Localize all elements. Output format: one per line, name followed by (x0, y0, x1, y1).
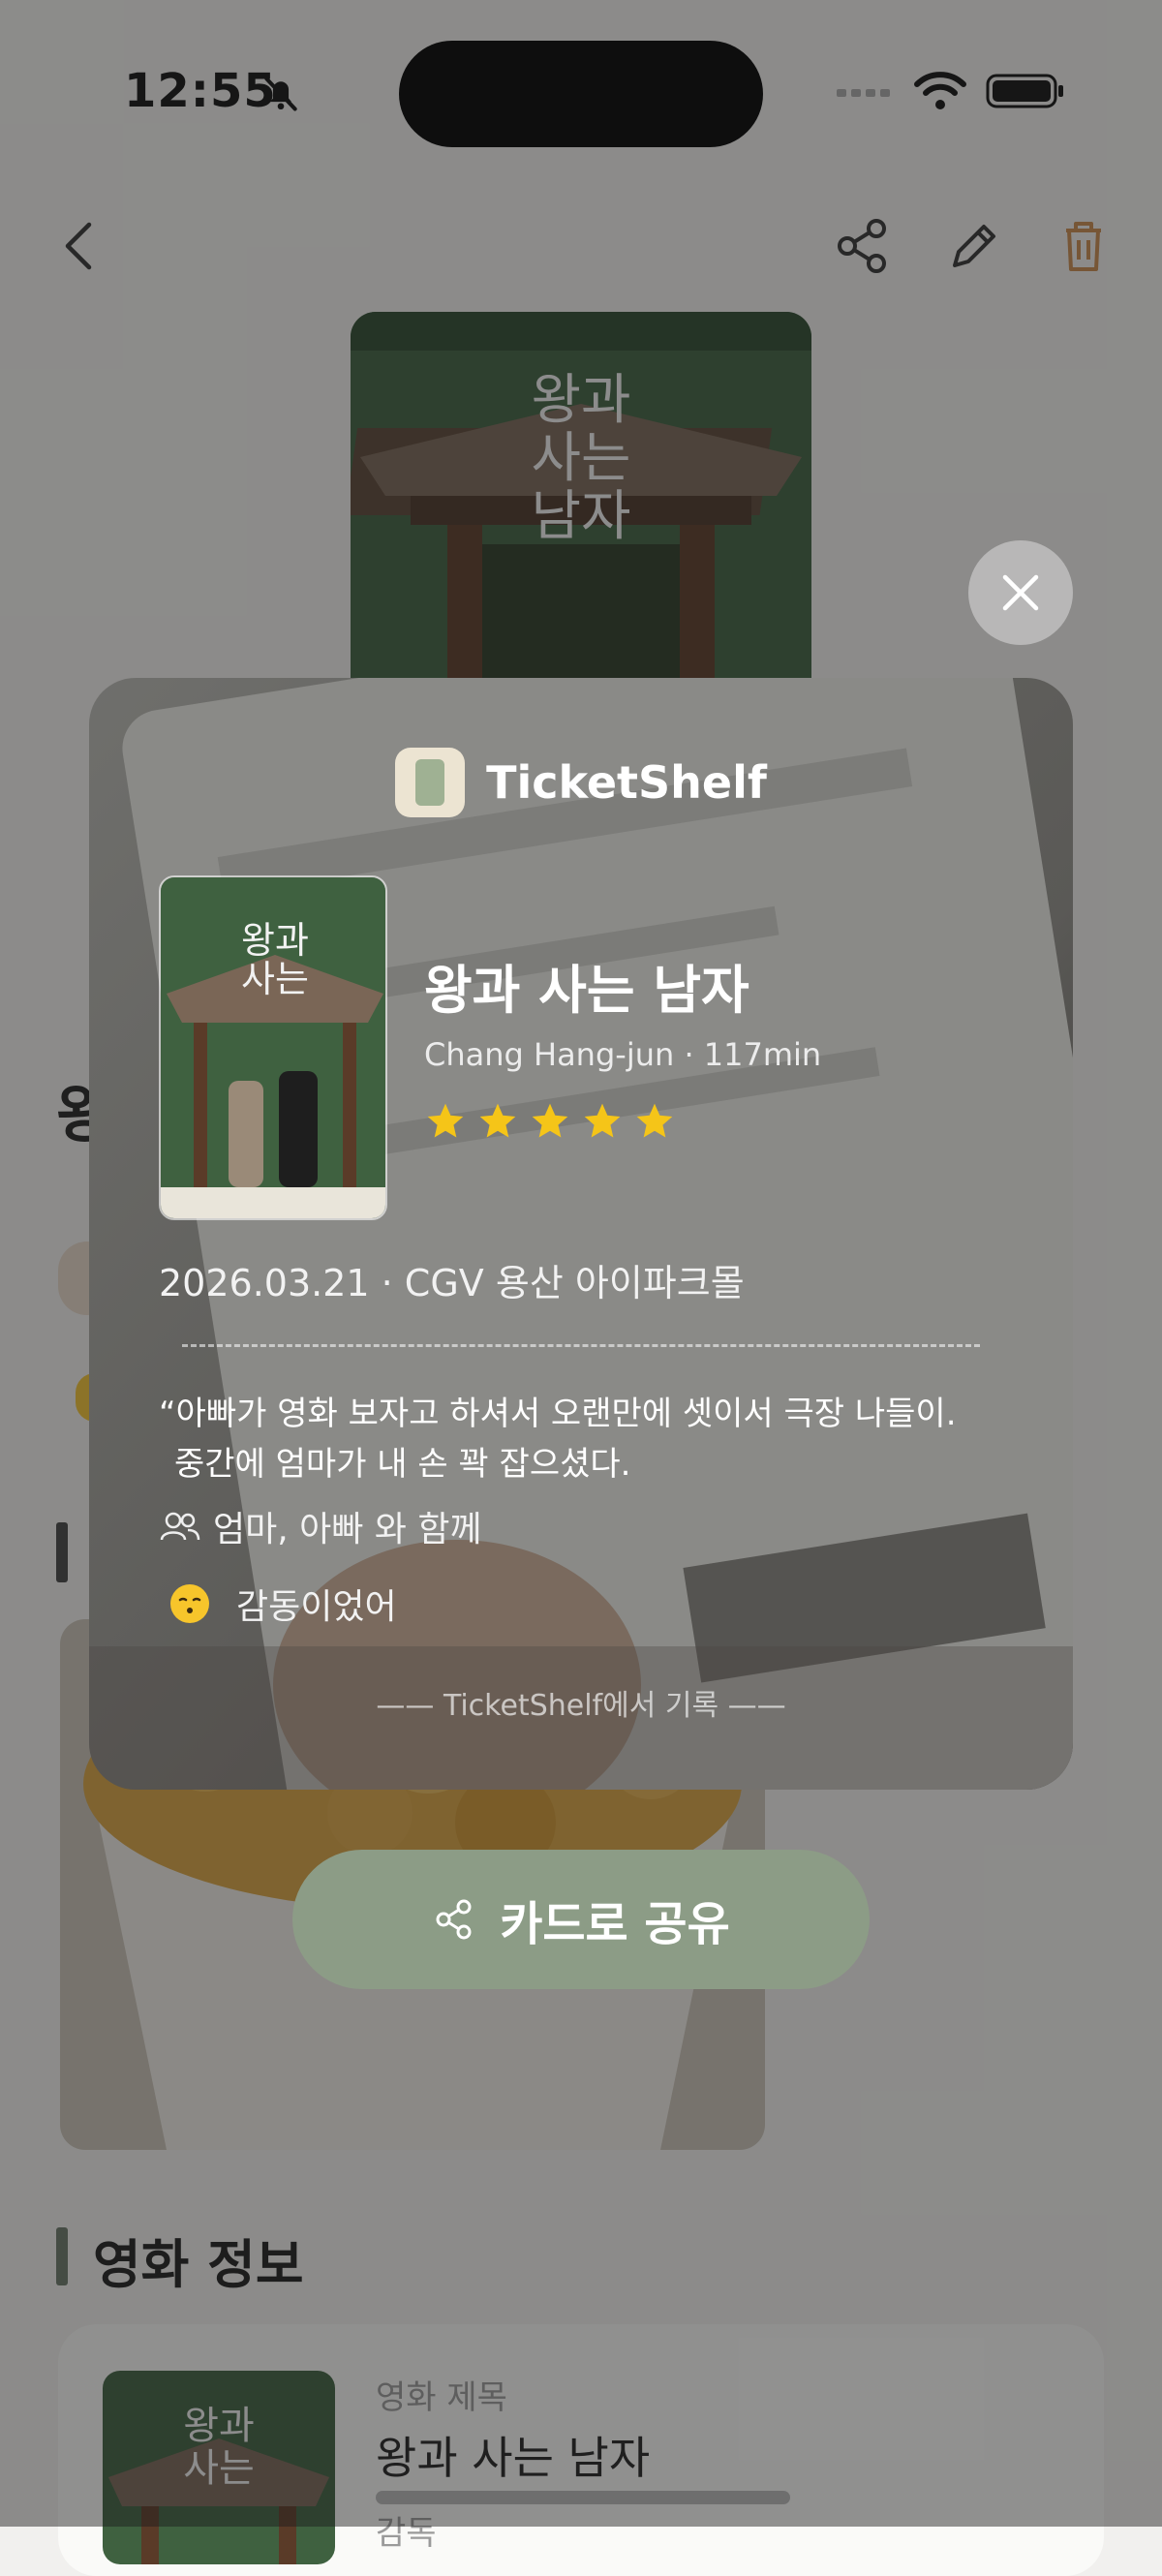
share-as-card-label: 카드로 공유 (500, 1897, 730, 1951)
star-icon (584, 1103, 621, 1138)
close-button[interactable] (968, 540, 1073, 645)
companion-row: 엄마, 아빠 와 함께 (159, 1501, 482, 1551)
share-icon (436, 1899, 472, 1940)
star-rating (424, 1100, 676, 1143)
share-card: TicketShelf 왕과 사는 왕과 사는 남자 Chang Hang-ju… (89, 678, 1073, 1790)
card-movie-poster: 왕과 사는 (159, 875, 387, 1220)
emotion-text: 감동이었어 (236, 1587, 397, 1627)
card-quote-line1: “아빠가 영화 보자고 하셔서 오랜만에 셋이서 극장 나들이. (159, 1395, 957, 1433)
svg-text:사는: 사는 (241, 958, 309, 1000)
card-movie-meta: Chang Hang-jun · 117min (424, 1036, 822, 1073)
card-footer: —— TicketShelf에서 기록 —— (376, 1689, 786, 1723)
dashed-divider (182, 1344, 980, 1347)
star-icon (427, 1103, 464, 1138)
card-date-venue: 2026.03.21 · CGV 용산 아이파크몰 (159, 1262, 745, 1304)
star-icon (636, 1103, 673, 1138)
ticketshelf-logo-icon (395, 748, 466, 817)
emotion-row: 감동이었어 (168, 1579, 397, 1629)
card-movie-title: 왕과 사는 남자 (424, 960, 749, 1021)
companion-text: 엄마, 아빠 와 함께 (213, 1510, 482, 1549)
people-icon (160, 1512, 200, 1541)
svg-text:왕과: 왕과 (241, 919, 309, 962)
star-icon (532, 1103, 568, 1138)
brand-header: TicketShelf (89, 748, 1073, 817)
card-quote: “아빠가 영화 보자고 하셔서 오랜만에 셋이서 극장 나들이. 중간에 엄마가… (159, 1389, 1011, 1489)
moved-emoji-icon (170, 1584, 209, 1623)
star-icon (479, 1103, 516, 1138)
share-as-card-button[interactable]: 카드로 공유 (292, 1850, 870, 1989)
brand-name: TicketShelf (486, 756, 767, 809)
close-icon (1002, 574, 1039, 611)
card-quote-line2: 중간에 엄마가 내 손 꽉 잡으셨다. (174, 1445, 631, 1484)
